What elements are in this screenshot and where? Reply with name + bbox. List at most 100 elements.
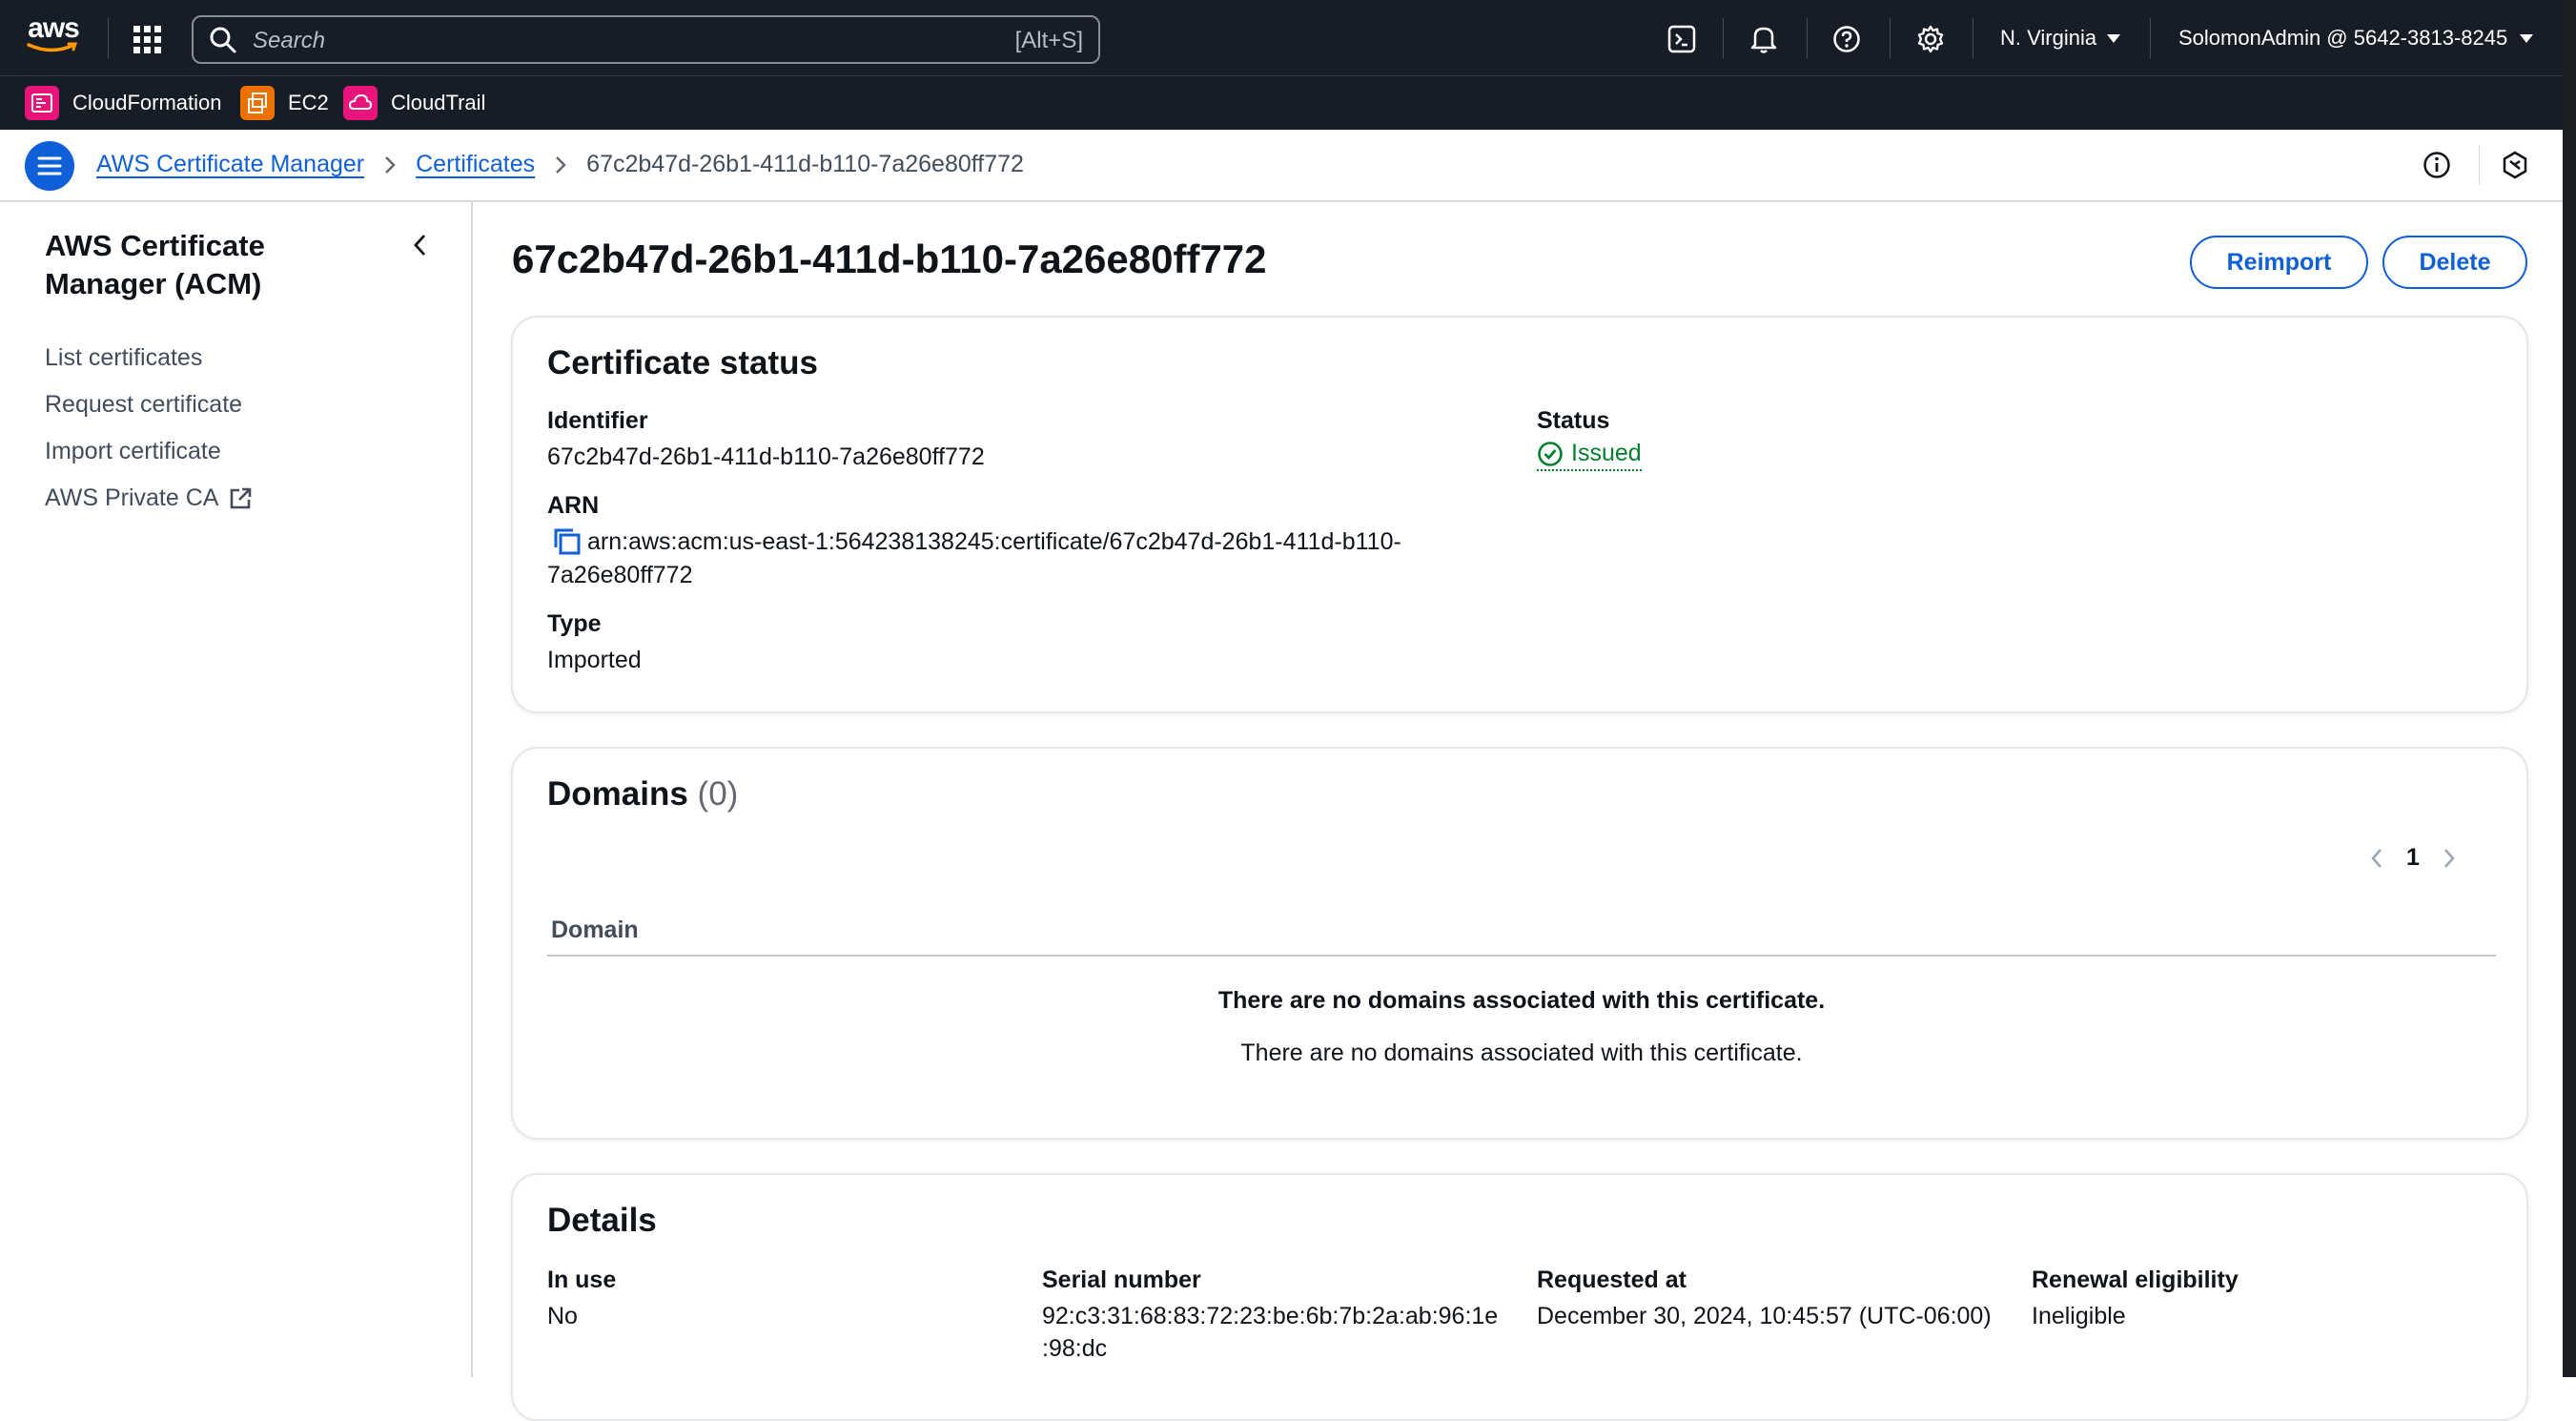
type-label: Type bbox=[547, 610, 602, 637]
region-selector[interactable]: N. Virginia bbox=[2000, 26, 2121, 51]
type-value: Imported bbox=[547, 647, 642, 673]
divider bbox=[1807, 18, 1808, 58]
search-input[interactable]: Search [Alt+S] bbox=[192, 15, 1100, 64]
bell-icon bbox=[1750, 27, 1777, 53]
caret-down-icon bbox=[2107, 34, 2121, 43]
services-menu-button[interactable] bbox=[133, 26, 162, 54]
side-navigation: AWS Certificate Manager (ACM) List certi… bbox=[0, 202, 473, 1377]
cloudformation-icon bbox=[25, 86, 59, 120]
grid-icon bbox=[133, 26, 161, 53]
ec2-icon bbox=[240, 86, 275, 120]
breadcrumb-bar: AWS Certificate Manager Certificates 67c… bbox=[0, 130, 2576, 202]
card-title: Domains (0) bbox=[547, 775, 738, 813]
identifier-value: 67c2b47d-26b1-411d-b110-7a26e80ff772 bbox=[547, 443, 985, 470]
divider bbox=[108, 18, 109, 58]
in-use-label: In use bbox=[547, 1267, 617, 1293]
empty-state-title: There are no domains associated with thi… bbox=[1217, 987, 1826, 1014]
hamburger-icon bbox=[37, 156, 62, 175]
certificate-status-card: Certificate status Identifier 67c2b47d-2… bbox=[511, 316, 2528, 713]
reimport-button[interactable]: Reimport bbox=[2190, 236, 2368, 289]
serial-number-label: Serial number bbox=[1042, 1267, 1201, 1293]
status-text: Issued bbox=[1571, 440, 1642, 466]
caret-down-icon bbox=[2520, 34, 2534, 43]
requested-at-label: Requested at bbox=[1537, 1267, 1687, 1293]
card-title: Details bbox=[547, 1202, 657, 1239]
favorite-cloudformation[interactable]: CloudFormation bbox=[25, 86, 222, 120]
sidebar-item-list-certificates[interactable]: List certificates bbox=[45, 344, 202, 372]
serial-number-line2: :98:dc bbox=[1042, 1335, 1108, 1362]
chevron-right-icon bbox=[556, 155, 566, 174]
arn-label: ARN bbox=[547, 492, 600, 519]
hexagon-icon bbox=[2503, 151, 2527, 179]
info-icon bbox=[2423, 152, 2450, 178]
sidenav-title[interactable]: AWS Certificate Manager (ACM) bbox=[45, 227, 331, 303]
renewal-eligibility-value: Ineligible bbox=[2032, 1303, 2126, 1329]
cloudshell-button[interactable] bbox=[1667, 25, 1696, 58]
favorites-bar: CloudFormation EC2 CloudTrail bbox=[0, 75, 2576, 130]
favorite-label: CloudFormation bbox=[72, 91, 222, 114]
chevron-right-icon[interactable] bbox=[2441, 846, 2458, 871]
breadcrumb-current: 67c2b47d-26b1-411d-b110-7a26e80ff772 bbox=[586, 151, 1024, 177]
sidebar-item-request-certificate[interactable]: Request certificate bbox=[45, 391, 242, 419]
column-header-domain[interactable]: Domain bbox=[551, 916, 639, 944]
favorite-label: CloudTrail bbox=[391, 91, 486, 114]
identifier-label: Identifier bbox=[547, 407, 648, 434]
breadcrumb: AWS Certificate Manager Certificates 67c… bbox=[96, 151, 1024, 178]
info-button[interactable] bbox=[2423, 151, 2451, 184]
aws-smile-icon bbox=[27, 42, 78, 52]
status-badge[interactable]: Issued bbox=[1537, 440, 1642, 471]
card-title: Certificate status bbox=[547, 344, 818, 381]
gear-icon bbox=[1917, 25, 1944, 53]
aws-logo[interactable]: aws bbox=[25, 12, 82, 59]
favorite-label: EC2 bbox=[288, 91, 329, 114]
search-icon bbox=[210, 27, 236, 53]
favorite-cloudtrail[interactable]: CloudTrail bbox=[343, 86, 485, 120]
collapse-sidenav-button[interactable] bbox=[408, 231, 433, 264]
top-navigation: aws Search [Alt+S] N. Virginia SolomonAd… bbox=[0, 0, 2576, 75]
domains-card: Domains (0) 1 Domain There are no domain… bbox=[511, 747, 2528, 1140]
success-check-icon bbox=[1538, 441, 1563, 466]
sidebar-item-import-certificate[interactable]: Import certificate bbox=[45, 438, 221, 465]
aws-logo-text: aws bbox=[28, 12, 80, 44]
details-card: Details In use No Serial number 92:c3:31… bbox=[511, 1173, 2528, 1421]
search-shortcut: [Alt+S] bbox=[1014, 28, 1083, 53]
breadcrumb-link-acm[interactable]: AWS Certificate Manager bbox=[96, 151, 364, 178]
chevron-left-icon[interactable] bbox=[2368, 846, 2385, 871]
chevron-left-icon bbox=[414, 235, 426, 256]
sidebar-item-private-ca[interactable]: AWS Private CA bbox=[45, 484, 253, 512]
account-label: SolomonAdmin @ 5642-3813-8245 bbox=[2178, 26, 2508, 50]
search-placeholder: Search bbox=[253, 28, 326, 53]
copy-arn-button[interactable] bbox=[552, 526, 581, 560]
help-icon bbox=[1833, 26, 1860, 52]
page-number[interactable]: 1 bbox=[2406, 844, 2420, 872]
status-label: Status bbox=[1537, 407, 1610, 434]
divider bbox=[1890, 18, 1891, 58]
in-use-value: No bbox=[547, 1303, 578, 1329]
window-edge bbox=[2563, 0, 2576, 1377]
notifications-button[interactable] bbox=[1749, 24, 1778, 59]
copy-icon bbox=[554, 528, 581, 555]
pagination: 1 bbox=[2368, 844, 2458, 872]
security-hub-button[interactable] bbox=[2501, 151, 2529, 184]
serial-number-line1: 92:c3:31:68:83:72:23:be:6b:7b:2a:ab:96:1… bbox=[1042, 1303, 1499, 1329]
domains-title: Domains bbox=[547, 775, 688, 813]
sidebar-item-label: AWS Private CA bbox=[45, 484, 219, 511]
divider bbox=[2150, 18, 2151, 58]
help-button[interactable] bbox=[1832, 25, 1861, 58]
divider bbox=[2479, 145, 2480, 185]
menu-toggle-button[interactable] bbox=[25, 141, 74, 191]
renewal-eligibility-label: Renewal eligibility bbox=[2032, 1267, 2239, 1293]
settings-button[interactable] bbox=[1916, 25, 1945, 58]
arn-value-line2: 7a26e80ff772 bbox=[547, 562, 693, 588]
favorite-ec2[interactable]: EC2 bbox=[240, 86, 329, 120]
empty-state-text: There are no domains associated with thi… bbox=[1240, 1040, 1803, 1066]
page-title: 67c2b47d-26b1-411d-b110-7a26e80ff772 bbox=[512, 237, 1267, 281]
cloudshell-icon bbox=[1667, 25, 1696, 53]
breadcrumb-link-certificates[interactable]: Certificates bbox=[416, 151, 535, 178]
arn-value-line1: arn:aws:acm:us-east-1:564238138245:certi… bbox=[587, 528, 1401, 555]
delete-button[interactable]: Delete bbox=[2382, 236, 2527, 289]
table-header: Domain bbox=[547, 909, 2496, 957]
domains-count: (0) bbox=[697, 775, 739, 813]
account-menu[interactable]: SolomonAdmin @ 5642-3813-8245 bbox=[2178, 26, 2534, 51]
requested-at-value: December 30, 2024, 10:45:57 (UTC-06:00) bbox=[1537, 1303, 1992, 1329]
